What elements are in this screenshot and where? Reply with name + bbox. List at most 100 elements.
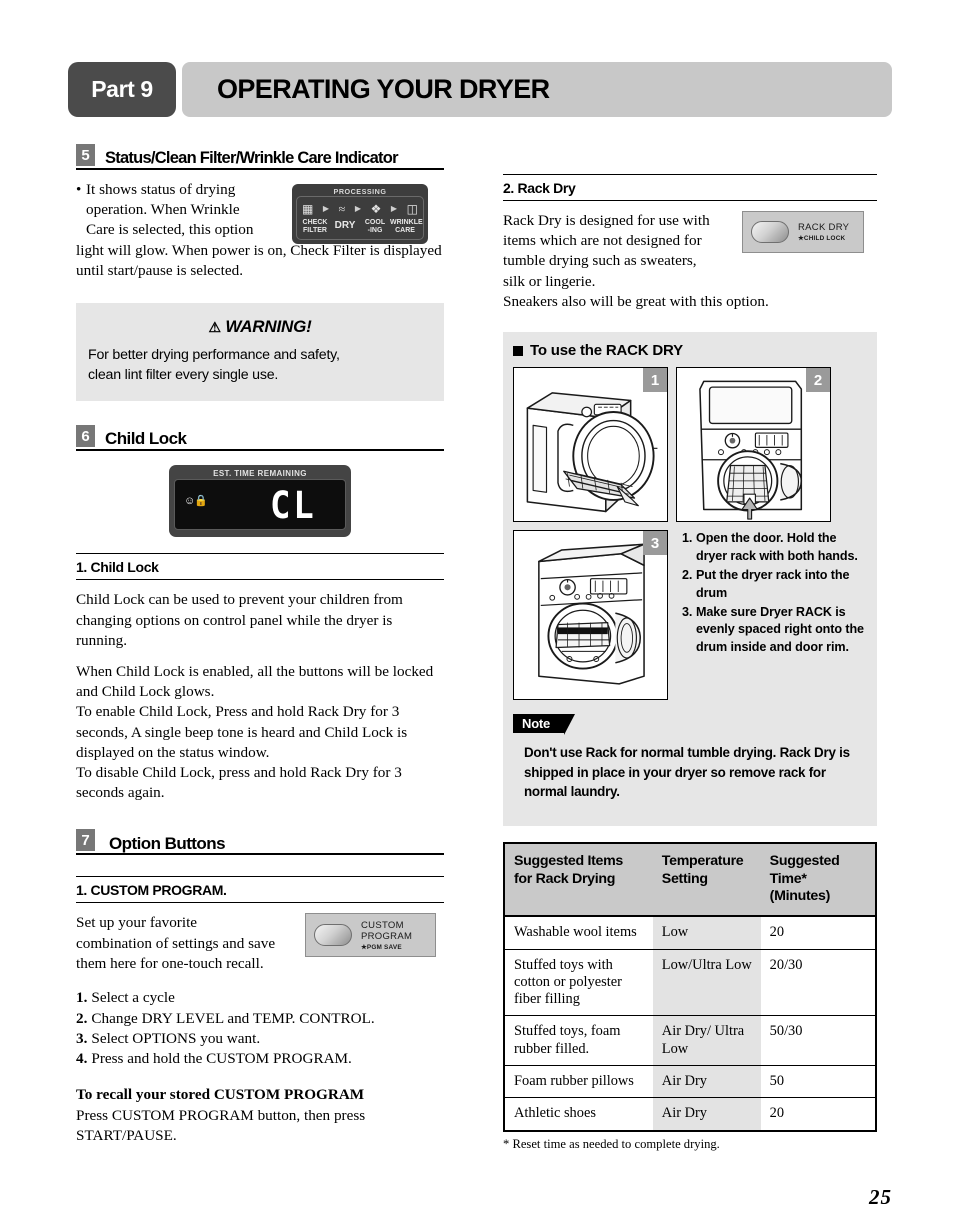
- rack-dry-button-oval[interactable]: [751, 221, 789, 243]
- rd-line-4: silk or lingerie.: [503, 272, 596, 290]
- child-lock-screen: ☺🔒 CL: [174, 479, 346, 531]
- cell-temperature: Air Dry: [652, 1097, 761, 1131]
- rack-dry-button-graphic[interactable]: RACK DRY ★CHILD LOCK: [742, 211, 864, 253]
- table-row: Stuffed toys with cotton or polyester fi…: [504, 949, 876, 1017]
- illustration-3-rack-seated: 3: [513, 530, 668, 701]
- s5-rest: light will glow. When power is on, Check…: [76, 241, 442, 279]
- cell-time: 20: [760, 916, 876, 950]
- recall-heading: To recall your stored CUSTOM PROGRAM: [76, 1086, 365, 1104]
- illustration-steps-row: 3 1. Open the door. Hold the dryer rack …: [513, 530, 867, 701]
- processing-inner: ▦ ▶ ≈ ▶ ❖ ▶ ◫ CHECK FILTER DRY COOL -ING: [296, 196, 424, 240]
- processing-label-row: CHECK FILTER DRY COOL -ING WRINKLE CARE: [300, 218, 423, 234]
- custom-program-button-oval[interactable]: [314, 924, 352, 947]
- section-title-5: Status/Clean Filter/Wrinkle Care Indicat…: [105, 148, 399, 167]
- list-item: 3. Make sure Dryer RACK is evenly spaced…: [682, 604, 867, 658]
- step-text: Open the door. Hold the dryer rack with …: [696, 531, 858, 563]
- subhead-rack-dry: 2. Rack Dry: [503, 174, 877, 201]
- recall-block: To recall your stored CUSTOM PROGRAM Pre…: [76, 1085, 444, 1146]
- child-lock-digits: CL: [270, 484, 317, 528]
- page-header: Part 9 OPERATING YOUR DRYER: [68, 62, 892, 117]
- dry-waves-icon: ≈: [338, 201, 346, 216]
- child-lock-text: Child Lock can be used to prevent your c…: [76, 590, 444, 803]
- rack-drying-table-wrap: Suggested Items for Rack Drying Temperat…: [503, 842, 877, 1151]
- section-heading-5: 5 Status/Clean Filter/Wrinkle Care Indic…: [76, 144, 444, 170]
- processing-label: PROCESSING: [333, 187, 387, 196]
- step-number: 2.: [682, 567, 693, 582]
- step-number: 3.: [76, 1029, 88, 1047]
- rack-dry-steps: 1. Open the door. Hold the dryer rack wi…: [678, 530, 867, 700]
- custom-program-block: Set up your favorite combination of sett…: [76, 913, 444, 975]
- subhead-custom-program: 1. CUSTOM PROGRAM.: [76, 876, 444, 904]
- s5-line1: It shows status of drying: [86, 181, 236, 198]
- note-tab-label: Note: [513, 714, 576, 736]
- section-heading-7: 7 Option Buttons: [76, 829, 444, 856]
- table-row: Washable wool items Low 20: [504, 916, 876, 950]
- arrow-right-icon: ▶: [390, 204, 398, 213]
- cell-temperature: Low: [652, 916, 761, 950]
- label-wrinkle-care: WRINKLE CARE: [390, 219, 423, 234]
- s5-line3: Care is selected, this option: [86, 221, 254, 239]
- illustration-grid: 1 2: [513, 367, 867, 523]
- child-lock-para-2a: When Child Lock is enabled, all the butt…: [76, 662, 434, 701]
- table-row: Athletic shoes Air Dry 20: [504, 1097, 876, 1131]
- arrow-right-icon: ▶: [354, 204, 361, 213]
- step-text: Press and hold the CUSTOM PROGRAM.: [91, 1050, 352, 1068]
- child-lock-display-wrap: EST. TIME REMAINING ☺🔒 CL: [76, 465, 444, 538]
- cell-time: 20/30: [760, 949, 876, 1017]
- header-bar: OPERATING YOUR DRYER: [182, 62, 892, 117]
- list-item: 2. Change DRY LEVEL and TEMP. CONTROL.: [76, 1009, 444, 1029]
- table-row: Stuffed toys, foam rubber filled. Air Dr…: [504, 1015, 876, 1067]
- cell-item: Stuffed toys, foam rubber filled.: [504, 1015, 653, 1067]
- cp-btn-label-1: CUSTOM: [361, 919, 404, 931]
- cell-time: 50/30: [760, 1015, 876, 1067]
- section-number-5: 5: [76, 144, 95, 166]
- processing-icon-row: ▦ ▶ ≈ ▶ ❖ ▶ ◫: [300, 199, 420, 218]
- warning-box: ⚠ WARNING! For better drying performance…: [76, 303, 444, 402]
- child-lock-para-2c: To disable Child Lock, press and hold Ra…: [76, 764, 402, 802]
- cp-line-3: them here for one-touch recall.: [76, 954, 264, 972]
- cell-item: Foam rubber pillows: [504, 1065, 653, 1099]
- step-text: Make sure Dryer RACK is evenly spaced ri…: [696, 604, 864, 655]
- rd-line-2: items which are not designed for: [503, 232, 702, 250]
- page-number: 25: [869, 1185, 892, 1209]
- use-rack-dry-heading: To use the RACK DRY: [513, 342, 867, 359]
- processing-indicator-display: PROCESSING ▦ ▶ ≈ ▶ ❖ ▶ ◫ CHECK FILTER DR…: [292, 184, 428, 244]
- cell-temperature: Air Dry: [652, 1065, 761, 1099]
- step-number: 3.: [682, 604, 693, 619]
- iron-icon: ◫: [406, 201, 418, 216]
- illustration-number: 2: [806, 368, 830, 393]
- use-rack-dry-heading-text: To use the RACK DRY: [530, 342, 683, 360]
- step-text: Put the dryer rack into the drum: [696, 567, 850, 600]
- use-rack-dry-section: To use the RACK DRY 1 2 3 1. Open the do…: [503, 332, 877, 827]
- note-body: Don't use Rack for normal tumble drying.…: [513, 733, 867, 815]
- filter-icon: ▦: [302, 201, 314, 216]
- page-title: OPERATING YOUR DRYER: [217, 74, 550, 104]
- rack-drying-table: Suggested Items for Rack Drying Temperat…: [503, 842, 877, 1132]
- arrow-right-icon: ▶: [322, 204, 330, 213]
- col-header-items: Suggested Items for Rack Drying: [504, 843, 653, 918]
- custom-program-button-graphic[interactable]: CUSTOM PROGRAM ★PGM SAVE: [305, 913, 436, 958]
- cell-item: Athletic shoes: [514, 1105, 596, 1122]
- cell-time: 50: [760, 1065, 876, 1099]
- step-number: 1.: [682, 531, 693, 546]
- child-lock-para-2b: To enable Child Lock, Press and hold Rac…: [76, 703, 408, 761]
- label-check-filter: CHECK FILTER: [302, 219, 328, 234]
- label-dry: DRY: [334, 220, 356, 231]
- recall-body: Press CUSTOM PROGRAM button, then press …: [76, 1106, 366, 1144]
- cp-btn-label-2: PROGRAM: [361, 930, 413, 942]
- cell-temperature: Air Dry/ Ultra Low: [652, 1015, 761, 1067]
- list-item: 1. Select a cycle: [76, 988, 444, 1008]
- warning-triangle-icon: ⚠: [208, 319, 221, 336]
- rd-btn-label: RACK DRY: [798, 222, 850, 233]
- list-item: 2. Put the dryer rack into the drum: [682, 567, 867, 603]
- manual-page: Part 9 OPERATING YOUR DRYER 5 Status/Cle…: [0, 0, 954, 1232]
- illustration-2-rack-into-drum: 2: [676, 367, 831, 523]
- label-cooling: COOL -ING: [364, 219, 386, 234]
- cell-item: Stuffed toys with cotton or polyester fi…: [504, 949, 653, 1017]
- cell-temperature: Low/Ultra Low: [652, 949, 761, 1017]
- col-header-time: Suggested Time* (Minutes): [760, 843, 876, 918]
- step-text: Change DRY LEVEL and TEMP. CONTROL.: [91, 1009, 375, 1027]
- rack-dry-text: Rack Dry is designed for use with items …: [503, 211, 769, 312]
- step-number: 4.: [76, 1050, 88, 1068]
- cp-btn-sublabel: ★PGM SAVE: [361, 943, 402, 951]
